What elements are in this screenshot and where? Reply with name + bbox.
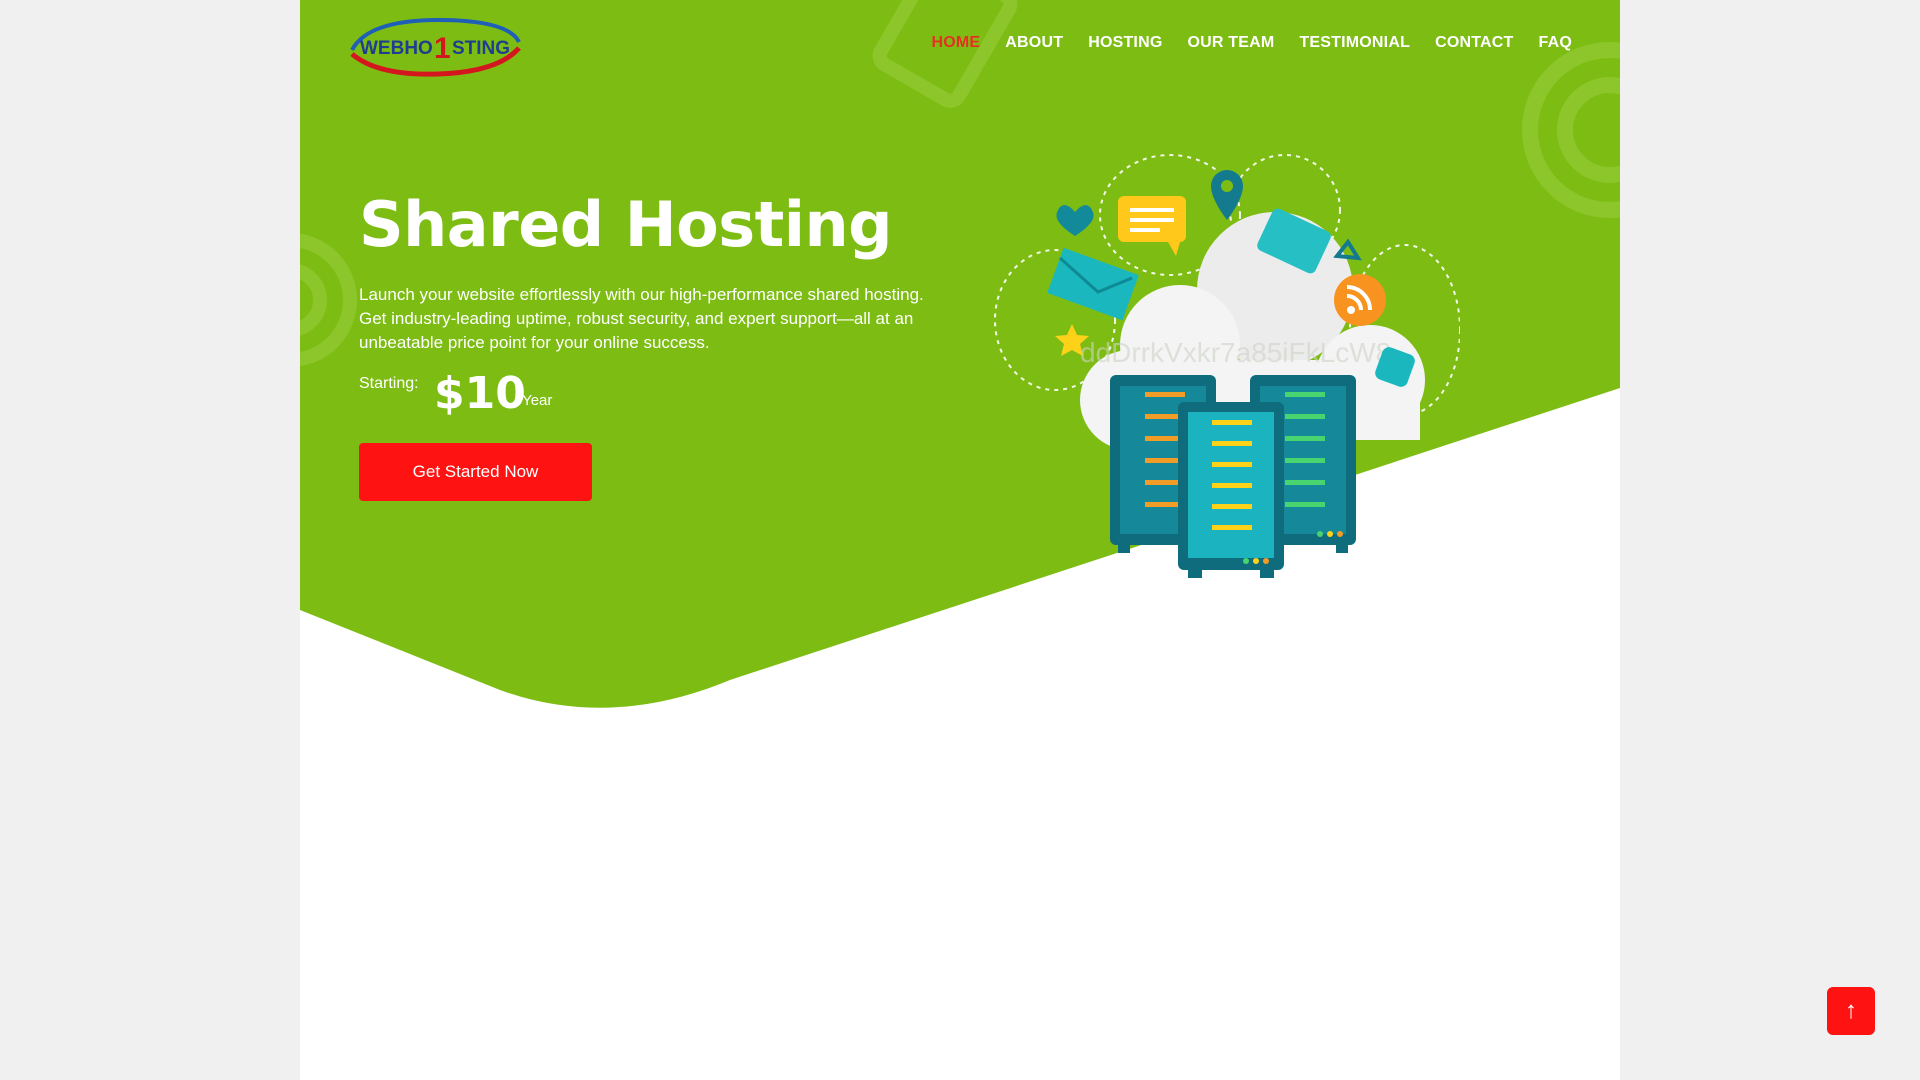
- page: WEBHO 1 STING HOME ABOUT HOSTING OUR TEA…: [300, 0, 1620, 1080]
- cloud-hosting-illustration: ddDrrkVxkr7a85iFkLcW8: [994, 154, 1460, 578]
- nav-item-our-team[interactable]: OUR TEAM: [1187, 34, 1274, 52]
- nav-item-about[interactable]: ABOUT: [1005, 34, 1063, 52]
- envelope-icon: [1047, 247, 1139, 321]
- site-logo[interactable]: WEBHO 1 STING: [348, 14, 523, 78]
- price-value: $10: [434, 368, 526, 419]
- nav-item-faq[interactable]: FAQ: [1539, 34, 1573, 52]
- rss-icon: [1334, 274, 1386, 326]
- chat-bubble-icon: [1118, 196, 1186, 256]
- watermark-text: ddDrrkVxkr7a85iFkLcW8: [1080, 337, 1391, 368]
- share-icon: [1333, 238, 1362, 261]
- heart-icon: [1056, 205, 1094, 236]
- nav-item-testimonial[interactable]: TESTIMONIAL: [1299, 34, 1410, 52]
- get-started-button[interactable]: Get Started Now: [359, 443, 592, 501]
- logo-mark: WEBHO 1 STING: [350, 17, 521, 77]
- nav-item-hosting[interactable]: HOSTING: [1088, 34, 1162, 52]
- map-pin-icon: [1211, 170, 1243, 220]
- price-label: Starting:: [359, 375, 419, 392]
- server-center-icon: [1178, 402, 1284, 578]
- hero-description: Launch your website effortlessly with ou…: [359, 285, 924, 352]
- logo-text-pre: WEBHO: [360, 38, 433, 59]
- nav-item-home[interactable]: HOME: [931, 34, 980, 52]
- scroll-to-top-button[interactable]: ↑: [1827, 987, 1875, 1035]
- price-unit: / Year: [514, 392, 553, 409]
- arrow-up-icon: ↑: [1845, 997, 1857, 1024]
- logo-text-post: STING: [452, 38, 510, 59]
- hero-title: Shared Hosting: [359, 188, 893, 261]
- main-nav: HOME ABOUT HOSTING OUR TEAM TESTIMONIAL …: [931, 34, 1572, 52]
- nav-item-contact[interactable]: CONTACT: [1435, 34, 1513, 52]
- logo-text-number: 1: [434, 32, 451, 65]
